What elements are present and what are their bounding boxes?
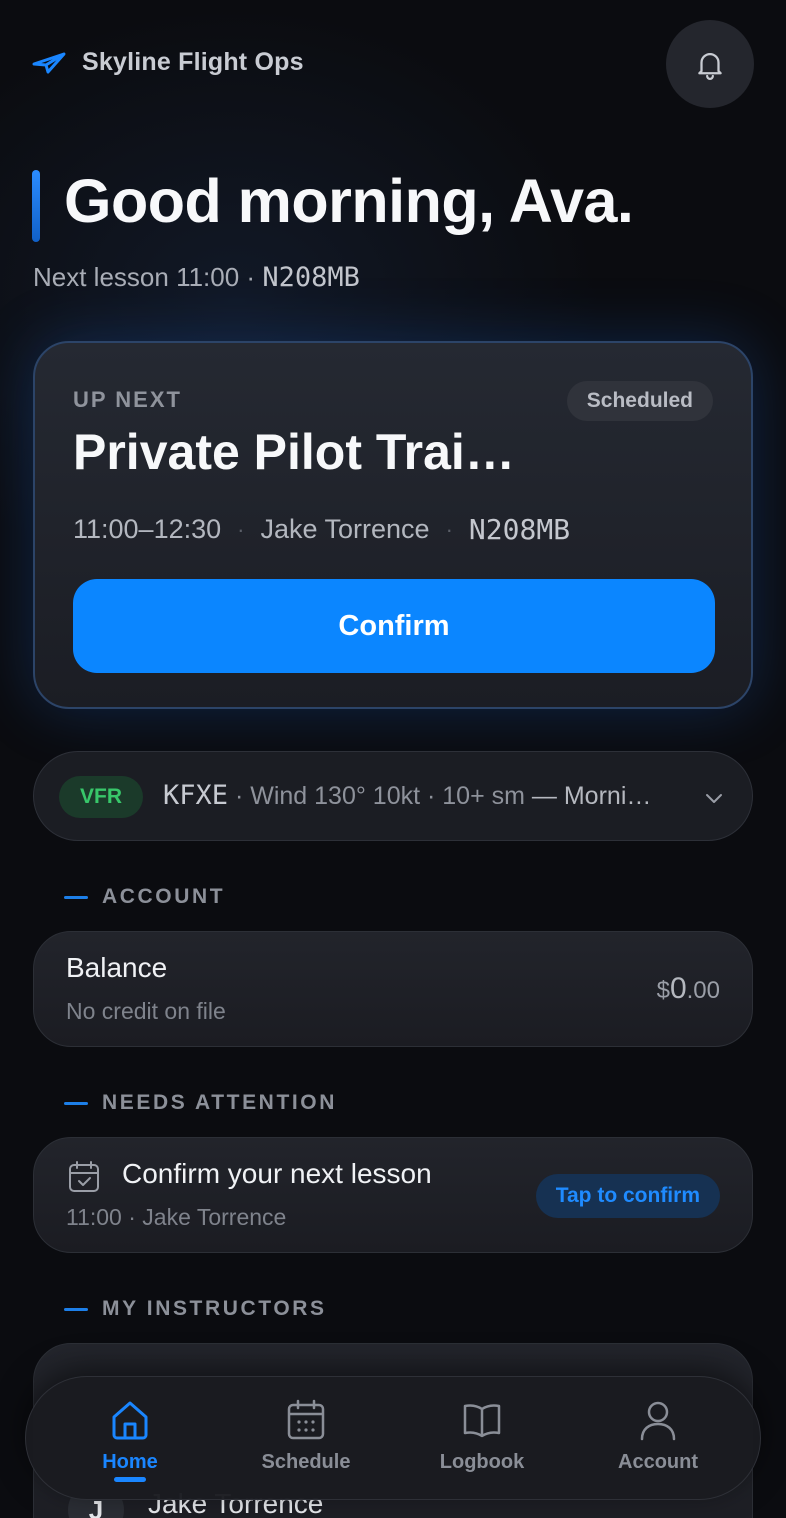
attention-subtitle: 11:00 · Jake Torrence: [66, 1204, 287, 1230]
nav-label: Schedule: [261, 1451, 351, 1473]
next-lesson-aircraft: N208MB: [262, 262, 360, 293]
lesson-time: 11:00–12:30: [73, 514, 222, 544]
nav-item-schedule[interactable]: Schedule: [218, 1377, 394, 1501]
paper-plane-icon: [32, 52, 66, 73]
meta-separator: ·: [237, 516, 245, 542]
nav-label: Home: [102, 1451, 158, 1473]
tap-to-confirm-button[interactable]: Tap to confirm: [535, 1174, 720, 1218]
section-label-account: ACCOUNT: [64, 885, 225, 909]
balance-cents: .00: [686, 977, 720, 1004]
calendar-icon: [287, 1399, 325, 1440]
nav-label: Logbook: [439, 1451, 525, 1473]
nav-item-logbook[interactable]: Logbook: [394, 1377, 570, 1501]
balance-card[interactable]: Balance No credit on file $0.00: [33, 931, 753, 1047]
weather-description: — Morni…: [524, 782, 652, 810]
balance-whole: 0: [669, 972, 687, 1005]
user-icon: [640, 1401, 676, 1441]
up-next-eyebrow: UP NEXT: [73, 387, 182, 412]
weather-station: KFXE: [163, 780, 229, 811]
home-icon: [112, 1401, 148, 1440]
weather-summary: KFXE · Wind 130° 10kt · 10+ sm — Morni…: [163, 780, 683, 811]
section-dash: [64, 895, 88, 899]
balance-currency: $: [656, 977, 670, 1004]
next-lesson-time: Next lesson 11:00 ·: [33, 262, 263, 292]
status-badge: Scheduled: [566, 381, 713, 421]
section-dash: [64, 1101, 88, 1105]
greeting-title: Good morning, Ava.: [64, 167, 634, 235]
book-icon: [463, 1404, 501, 1438]
section-label-needs-attention: NEEDS ATTENTION: [64, 1091, 337, 1115]
chevron-down-icon[interactable]: [702, 786, 726, 810]
section-label-text: MY INSTRUCTORS: [102, 1297, 327, 1320]
confirm-button[interactable]: Confirm: [73, 579, 715, 673]
meta-separator: ·: [445, 516, 453, 542]
notifications-button[interactable]: [666, 20, 754, 108]
section-label-instructors: MY INSTRUCTORS: [64, 1297, 327, 1321]
weather-bar[interactable]: VFR KFXE · Wind 130° 10kt · 10+ sm — Mor…: [33, 751, 753, 841]
nav-item-account[interactable]: Account: [570, 1377, 746, 1501]
calendar-check-icon: [69, 1161, 99, 1192]
lesson-title: Private Pilot Trai…: [73, 424, 515, 480]
lesson-instructor: Jake Torrence: [260, 514, 430, 544]
balance-title: Balance: [66, 952, 168, 983]
attention-title: Confirm your next lesson: [122, 1158, 432, 1189]
nav-item-home[interactable]: Home: [42, 1377, 218, 1501]
balance-subtitle: No credit on file: [66, 998, 226, 1024]
app-name: Skyline Flight Ops: [82, 48, 304, 76]
bell-icon: [698, 53, 722, 80]
greeting-accent-bar: [32, 170, 40, 242]
attention-card[interactable]: Confirm your next lesson 11:00 · Jake To…: [33, 1137, 753, 1253]
section-label-text: NEEDS ATTENTION: [102, 1091, 338, 1114]
brand: Skyline Flight Ops: [32, 48, 304, 77]
bottom-nav: Home Schedule Logbook Account: [25, 1376, 761, 1500]
section-label-text: ACCOUNT: [102, 885, 226, 908]
weather-details: · Wind 130° 10kt · 10+ sm: [228, 782, 525, 810]
nav-label: Account: [618, 1451, 698, 1473]
app-header: Skyline Flight Ops: [32, 20, 754, 108]
flight-category-badge: VFR: [59, 776, 143, 818]
up-next-card[interactable]: UP NEXT Scheduled Private Pilot Trai… 11…: [33, 341, 753, 709]
next-lesson-summary: Next lesson 11:00 · N208MB: [33, 262, 360, 293]
lesson-aircraft: N208MB: [468, 513, 571, 546]
section-dash: [64, 1307, 88, 1311]
lesson-meta: 11:00–12:30 · Jake Torrence · N208MB: [73, 513, 570, 546]
balance-amount: $0.00: [657, 972, 720, 1006]
active-tab-indicator: [114, 1477, 146, 1482]
